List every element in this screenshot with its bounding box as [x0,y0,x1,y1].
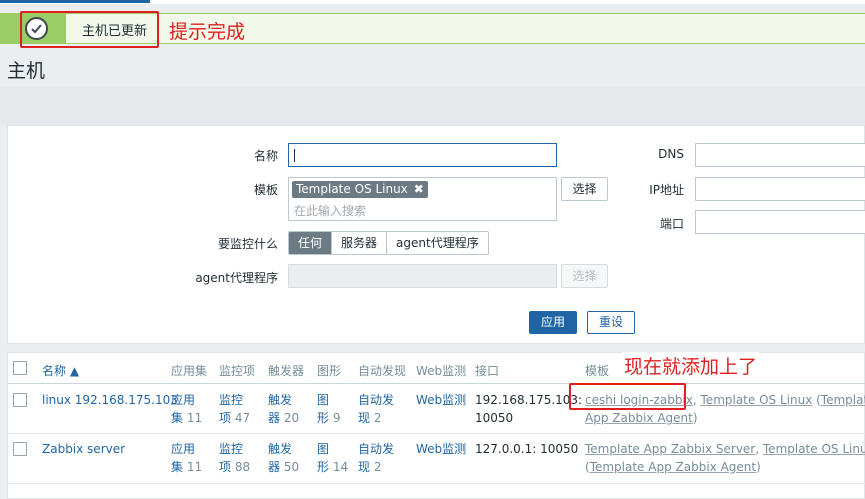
text-caret [294,149,295,162]
web-link[interactable]: Web监测 [416,391,466,409]
templates-multiselect[interactable]: Template OS Linux ✖ 在此输入搜索 [288,177,557,221]
monitor-label: 要监控什么 [217,237,278,251]
header-web: Web监测 [416,364,467,378]
graphs-link[interactable]: 图形 9 [317,391,340,427]
select-all-checkbox[interactable] [13,361,27,375]
annotation-text-top: 提示完成 [169,21,246,43]
templates-label: 模板 [253,183,278,197]
applications-link[interactable]: 应用集 11 [171,440,202,476]
header-discovery: 自动发现 [358,364,407,378]
host-name-link[interactable]: Zabbix server [42,440,125,458]
template-chip: Template OS Linux ✖ [292,181,428,198]
header-divider [8,383,865,384]
monitor-option-agent-proxy[interactable]: agent代理程序 [386,232,488,254]
templates-search-placeholder[interactable]: 在此输入搜索 [294,202,366,219]
row-divider [8,433,865,434]
select-proxy-button: 选择 [561,264,608,288]
name-input[interactable] [288,143,557,167]
row-checkbox[interactable] [13,442,27,456]
header-applications: 应用集 [171,364,208,378]
monitor-segmented-control: 任何 服务器 agent代理程序 [288,231,489,255]
items-link[interactable]: 监控项 88 [219,440,250,476]
reset-button[interactable]: 重设 [587,311,635,334]
header-items: 监控项 [219,364,256,378]
template-link[interactable]: Template OS Linux [701,393,813,407]
ip-label: IP地址 [649,183,684,197]
discovery-link[interactable]: 自动发现 2 [358,440,394,476]
graphs-link[interactable]: 图形 14 [317,440,348,476]
port-input[interactable] [695,210,865,234]
template-link[interactable]: Template App Zabbix Agent [590,460,756,474]
filter-panel: 名称 模板 Template OS Linux ✖ 在此输入搜索 选择 要监控什么… [7,125,865,344]
annotation-highlight-message [20,11,159,48]
template-link[interactable]: Template App Zabbix Server [585,442,755,456]
filter-tab-bar [0,87,865,125]
interface-value: 127.0.0.1: 10050 [475,442,579,456]
dns-label: DNS [658,147,684,161]
page-title: 主机 [7,60,46,82]
template-link[interactable]: Template [821,393,865,407]
monitor-option-server[interactable]: 服务器 [331,232,387,254]
interface-value: 192.168.175.103: 10050 [475,393,583,425]
template-link[interactable]: App Zabbix Agent [585,411,693,425]
proxy-input [288,264,557,288]
header-graphs: 图形 [317,364,342,378]
header-name-sort[interactable]: 名称 ▲ [42,362,79,379]
row-checkbox[interactable] [13,393,27,407]
select-templates-button[interactable]: 选择 [561,177,608,201]
triggers-link[interactable]: 触发器 20 [268,391,299,427]
templates-list: Template App Zabbix Server, Template OS … [585,440,865,476]
web-link[interactable]: Web监测 [416,440,466,458]
annotation-highlight-template [569,383,686,410]
remove-chip-icon[interactable]: ✖ [414,182,424,196]
ip-input[interactable] [695,177,865,201]
template-chip-label: Template OS Linux [296,182,408,196]
dns-input[interactable] [695,143,865,167]
applications-link[interactable]: 应用集 11 [171,391,202,427]
port-label: 端口 [659,217,684,231]
proxy-label: agent代理程序 [195,271,278,285]
annotation-text-table: 现在就添加上了 [622,352,760,379]
items-link[interactable]: 监控项 47 [219,391,250,427]
monitor-option-any[interactable]: 任何 [289,232,332,254]
header-triggers: 触发器 [268,364,305,378]
active-nav-indicator [0,0,150,3]
name-label: 名称 [253,149,278,163]
row-divider [8,483,865,484]
host-name-link[interactable]: linux 192.168.175.103 [42,391,178,409]
top-nav-strip [0,0,865,4]
template-link[interactable]: Template OS Linux [763,442,865,456]
header-interface: 接口 [475,364,500,378]
header-templates: 模板 [585,364,610,378]
discovery-link[interactable]: 自动发现 2 [358,391,394,427]
apply-button[interactable]: 应用 [529,311,577,334]
triggers-link[interactable]: 触发器 50 [268,440,299,476]
